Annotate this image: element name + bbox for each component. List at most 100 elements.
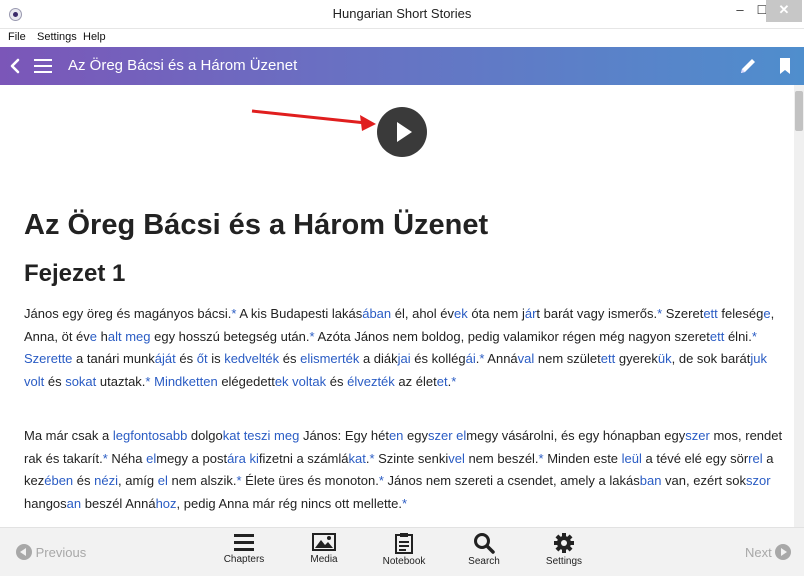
search-icon [474, 533, 495, 554]
notebook-button[interactable]: Notebook [374, 532, 434, 567]
linked-word[interactable]: kedvelték [224, 351, 279, 366]
close-button[interactable]: ✕ [766, 0, 802, 22]
text-segment: , pedig Anna már rég nincs ott mellette. [176, 495, 403, 511]
content-scrollbar[interactable] [794, 85, 804, 527]
text-segment: János egy öreg és magányos bácsi. [24, 306, 232, 321]
linked-word[interactable]: élvezték [347, 374, 395, 389]
minimize-button[interactable]: – [730, 0, 750, 22]
bookmark-icon[interactable] [778, 56, 792, 76]
linked-word[interactable]: kat [348, 451, 365, 466]
text-segment: és [73, 473, 95, 488]
window-title: Hungarian Short Stories [332, 6, 472, 21]
next-label: Next [745, 545, 772, 560]
text-segment: t barát vagy ismerős. [536, 306, 658, 321]
text-segment: és [175, 351, 197, 366]
linked-word[interactable]: szer el [428, 428, 466, 443]
text-segment: élni. [724, 328, 752, 344]
linked-word[interactable]: szor [746, 473, 771, 488]
back-icon[interactable] [8, 57, 22, 75]
paragraph-2: Ma már csak a legfontosabb dolgokat tesz… [24, 425, 790, 515]
linked-word[interactable]: Szerette [24, 351, 72, 366]
linked-word[interactable]: ában [362, 306, 391, 321]
pencil-icon[interactable] [738, 56, 758, 76]
linked-word[interactable]: * [451, 374, 456, 389]
linked-word[interactable]: kat teszi meg [223, 428, 300, 443]
text-segment: gyerek [615, 351, 658, 366]
linked-word[interactable]: val [518, 351, 535, 366]
text-segment: Szinte senki [374, 450, 449, 466]
text-segment: , de sok barát [671, 351, 751, 366]
next-icon [775, 544, 792, 560]
settings-label: Settings [545, 556, 583, 567]
menu-settings[interactable]: Settings [37, 31, 77, 43]
linked-word[interactable]: legfontosabb [113, 428, 187, 443]
paragraph-1: János egy öreg és magányos bácsi. * A kis… [24, 303, 790, 393]
previous-button[interactable]: Previous [16, 544, 86, 560]
text-segment: az élet [394, 373, 437, 389]
linked-word[interactable]: el [146, 451, 156, 466]
linked-word[interactable]: nézi [94, 473, 118, 488]
linked-word[interactable]: jai [398, 351, 411, 366]
media-label: Media [310, 554, 338, 565]
linked-word[interactable]: el [158, 473, 168, 488]
linked-word[interactable]: ban [640, 473, 662, 488]
linked-word[interactable]: et [437, 374, 448, 389]
linked-word[interactable]: ár [525, 306, 537, 321]
menu-file[interactable]: File [8, 31, 26, 43]
linked-word[interactable]: őt [197, 351, 208, 366]
text-segment: a tanári munk [72, 351, 155, 366]
text-segment: mos, [709, 428, 742, 443]
previous-label: Previous [35, 545, 87, 560]
text-segment: Azóta János nem boldog, pedig valamikor … [314, 328, 671, 344]
play-button[interactable] [377, 107, 427, 157]
search-button[interactable]: Search [454, 532, 514, 567]
linked-word[interactable]: ett [703, 306, 717, 321]
menu-help[interactable]: Help [83, 31, 106, 43]
linked-word[interactable]: ái [466, 351, 476, 366]
linked-word[interactable]: en [389, 428, 403, 443]
bottom-navigation: Previous Chapters Media Notebook Search [0, 527, 804, 576]
linked-word[interactable]: Mindketten [154, 374, 218, 389]
scroll-thumb[interactable] [795, 91, 803, 131]
next-button[interactable]: Next [745, 544, 792, 560]
red-arrow-annotation [251, 109, 376, 131]
linked-word[interactable]: * [402, 496, 407, 511]
text-segment: feleség [717, 306, 764, 321]
linked-word[interactable]: vel [448, 451, 465, 466]
linked-word[interactable]: ett [710, 329, 724, 344]
linked-word[interactable]: leül [622, 451, 642, 466]
linked-word[interactable]: e [90, 329, 97, 344]
chapters-button[interactable]: Chapters [214, 532, 274, 565]
linked-word[interactable]: an [67, 496, 81, 511]
linked-word[interactable]: ki [250, 451, 259, 466]
story-content: Az Öreg Bácsi és a Három Üzenet Fejezet … [8, 85, 794, 527]
linked-word[interactable]: rel [748, 451, 762, 466]
linked-word[interactable]: szer [685, 428, 710, 443]
linked-word[interactable]: ára [227, 451, 246, 466]
settings-button[interactable]: Settings [534, 532, 594, 567]
linked-word[interactable]: ek voltak [275, 374, 326, 389]
text-segment: él, ahol év [391, 306, 455, 321]
text-segment: János nem szereti a csendet, amely a lak… [383, 473, 640, 488]
text-segment: fizetni a számlá [258, 450, 349, 466]
linked-word[interactable]: sokat [65, 374, 96, 389]
linked-word[interactable]: alt meg [108, 329, 151, 344]
clipboard-icon [395, 533, 413, 554]
linked-word[interactable]: ében [44, 473, 73, 488]
menu-icon[interactable] [34, 57, 54, 75]
text-segment: nem beszél. [464, 450, 539, 466]
linked-word[interactable]: e [763, 306, 770, 321]
text-segment: János: Egy hét [299, 428, 389, 443]
linked-word[interactable]: áját [155, 351, 176, 366]
text-segment: megy a post [156, 450, 228, 466]
linked-word[interactable]: ett [601, 351, 615, 366]
linked-word[interactable]: ek [454, 306, 468, 321]
linked-word[interactable]: elismerték [300, 351, 359, 366]
linked-word[interactable]: hoz [156, 496, 177, 511]
gear-icon [554, 533, 574, 553]
linked-word[interactable]: * [752, 329, 757, 344]
linked-word[interactable]: ük [658, 351, 672, 366]
text-segment: és [279, 351, 301, 366]
text-segment: szeret [670, 328, 710, 344]
media-button[interactable]: Media [294, 532, 354, 565]
